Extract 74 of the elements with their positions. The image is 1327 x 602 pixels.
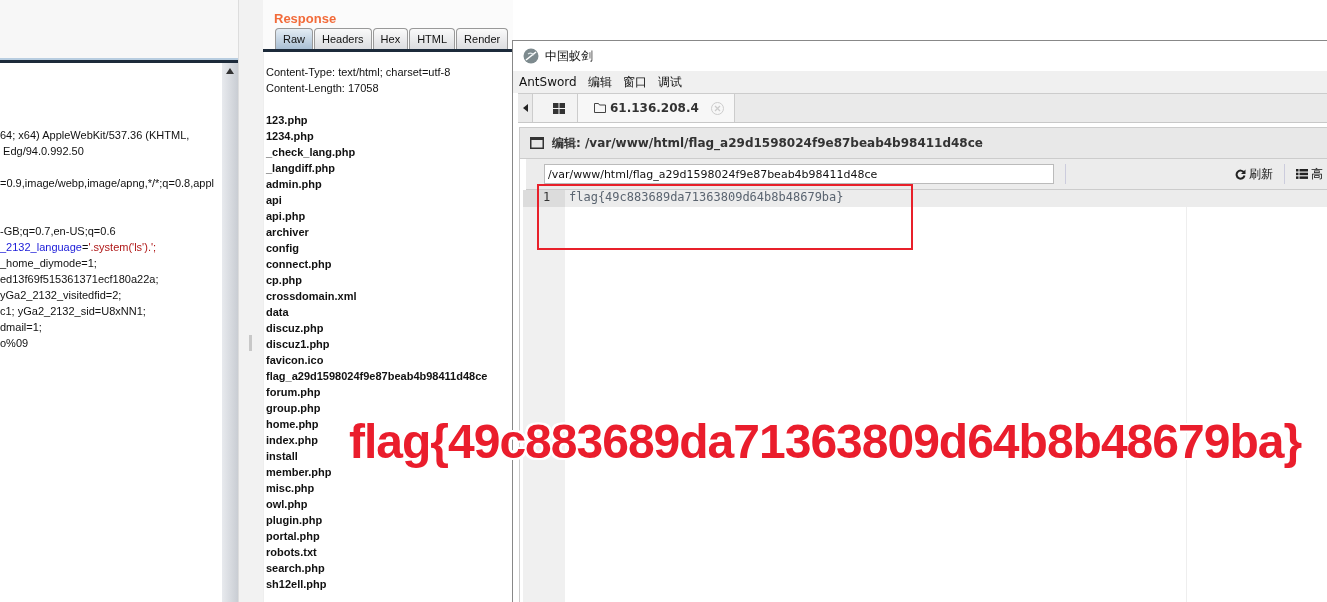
menu-item[interactable]: AntSword (519, 75, 577, 89)
file-name: 123.php (266, 114, 308, 126)
home-tab[interactable] (533, 94, 578, 122)
file-name: search.php (266, 562, 325, 574)
request-line: 64; x64) AppleWebKit/537.36 (KHTML, (0, 128, 191, 143)
file-name: index.php (266, 434, 318, 446)
annotation-text: flag{49c883689da71363809d64b8b48679ba} (349, 414, 1302, 469)
response-tab[interactable]: Headers (314, 28, 372, 49)
file-name: group.php (266, 402, 321, 414)
file-name: _langdiff.php (266, 162, 336, 174)
file-name: portal.php (266, 530, 320, 542)
file-name: discuz.php (266, 322, 324, 334)
file-name: cp.php (266, 274, 303, 286)
file-name: sh12ell.php (266, 578, 327, 590)
response-tab[interactable]: Raw (275, 28, 313, 49)
file-name: favicon.ico (266, 354, 324, 366)
file-name: _check_lang.php (266, 146, 356, 158)
file-name: home.php (266, 418, 319, 430)
request-line: Edg/94.0.992.50 (2, 144, 85, 159)
code-line: flag{49c883689da71363809d64b8b48679ba} (569, 190, 844, 204)
file-name: archiver (266, 226, 309, 238)
line-number: 1 (523, 190, 565, 207)
file-name: owl.php (266, 498, 308, 510)
file-name: misc.php (266, 482, 315, 494)
request-line: _home_diymode=1; (0, 256, 98, 271)
file-name: plugin.php (266, 514, 323, 526)
folder-icon (594, 103, 606, 113)
file-name: data (266, 306, 289, 318)
request-line: c1; yGa2_2132_sid=U8xNN1; (0, 304, 147, 319)
window-icon (530, 137, 544, 149)
refresh-icon (1235, 168, 1246, 180)
editor-title: 编辑: /var/www/html/flag_a29d1598024f9e87beab4b98411d48ce (552, 134, 983, 152)
tab-label: 61.136.208.4 (610, 101, 699, 115)
request-line: -GB;q=0.7,en-US;q=0.6 (0, 224, 117, 239)
left-arrow-icon (522, 104, 528, 112)
file-name: config (266, 242, 299, 254)
file-name: robots.txt (266, 546, 317, 558)
file-name: connect.php (266, 258, 332, 270)
file-name: discuz1.php (266, 338, 330, 350)
connection-tab[interactable]: 61.136.208.4 (578, 94, 735, 122)
path-field[interactable]: /var/www/html/flag_a29d1598024f9e87beab4b98411d48ce (544, 164, 1054, 184)
window-title: 中国蚁剑 (545, 47, 593, 65)
file-name: api (266, 194, 282, 206)
header-line: Content-Type: text/html; charset=utf-8 (266, 66, 451, 78)
response-tab[interactable]: Hex (372, 28, 409, 49)
scrollbar[interactable] (222, 63, 238, 602)
menu-item[interactable]: 调试 (657, 73, 682, 91)
file-name: flag_a29d1598024f9e87beab4b98411d48ce (266, 370, 488, 382)
grid-icon (553, 102, 565, 114)
file-name: 1234.php (266, 130, 314, 142)
menu-item[interactable]: 窗口 (622, 73, 647, 91)
request-line: o%09 (0, 336, 30, 351)
highlight-button[interactable]: 高 (1289, 165, 1327, 183)
file-name: crossdomain.xml (266, 290, 357, 302)
response-tab[interactable]: Render (456, 28, 509, 49)
scroll-up-icon[interactable] (226, 68, 234, 74)
refresh-button[interactable]: 刷新 (1228, 165, 1280, 183)
request-line: _2132_language='.system('ls').'; (0, 240, 158, 255)
list-icon (1296, 169, 1308, 179)
menu-item[interactable]: 编辑 (587, 73, 612, 91)
request-line: dmail=1; (0, 320, 43, 335)
splitter-handle[interactable] (249, 335, 252, 351)
file-name: forum.php (266, 386, 321, 398)
request-line: =0.9,image/webp,image/apng,*/*;q=0.8,appl (0, 176, 216, 191)
file-name: install (266, 450, 298, 462)
response-heading: Response (273, 10, 338, 27)
response-tab[interactable]: HTML (409, 28, 456, 49)
header-line: Content-Length: 17058 (266, 82, 379, 94)
app-logo-icon (523, 48, 539, 64)
request-line: yGa2_2132_visitedfid=2; (0, 288, 123, 303)
file-name: member.php (266, 466, 332, 478)
file-name: admin.php (266, 178, 322, 190)
request-line: ed13f69f515361371ecf180a22a; (0, 272, 160, 287)
file-name: api.php (266, 210, 306, 222)
